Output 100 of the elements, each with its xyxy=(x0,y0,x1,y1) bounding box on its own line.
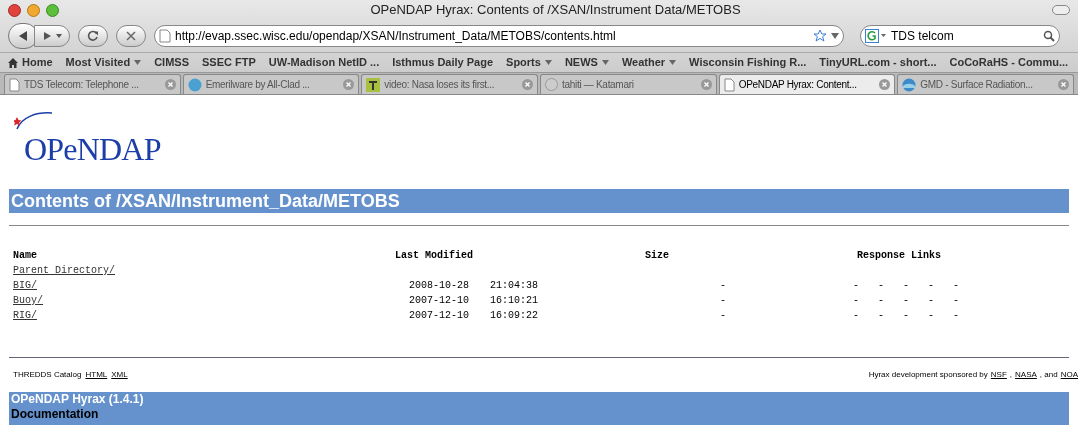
reload-button[interactable] xyxy=(78,25,108,47)
column-header: Name xyxy=(12,248,38,263)
tab-label: Emerilware by All-Clad ... xyxy=(205,78,311,92)
close-icon[interactable] xyxy=(522,79,533,90)
time-cell-text: 21:04:38 xyxy=(490,279,539,293)
toolbar-toggle-button[interactable] xyxy=(1052,5,1070,15)
close-icon[interactable] xyxy=(700,79,712,90)
response-link[interactable]: - xyxy=(903,278,910,293)
size-cell-text: - xyxy=(720,279,727,293)
directory-link[interactable]: RIG/ xyxy=(13,310,37,321)
reload-icon xyxy=(87,30,99,42)
tab-label: TDS Telecom: Telephone ... xyxy=(24,78,140,92)
time-cell-text: 16:10:21 xyxy=(490,294,539,308)
window-title: OPeNDAP Hyrax: Contents of /XSAN/Instrument Data/METOBS xyxy=(370,1,741,20)
column-header: Last Modified xyxy=(395,248,474,263)
caret-icon xyxy=(669,60,677,65)
forward-icon xyxy=(42,31,52,41)
address-field[interactable]: http://evap.ssec.wisc.edu/opendap/XSAN/Instrument_Data/METOBS/contents.html xyxy=(154,25,844,47)
caret-icon xyxy=(134,60,142,65)
page-icon xyxy=(9,77,20,92)
date-cell-text: 2007-12-10 xyxy=(409,309,470,323)
home-icon xyxy=(8,57,18,68)
tab[interactable]: OPeNDAP Hyrax: Content... xyxy=(718,74,896,94)
bookmark[interactable]: Weather xyxy=(621,54,677,71)
page-icon xyxy=(159,29,171,43)
bookmark[interactable]: Isthmus Daily Page xyxy=(392,54,494,71)
logo: OPeNDAP xyxy=(10,99,182,175)
letter-t-icon xyxy=(366,77,381,92)
caret-icon xyxy=(544,60,552,65)
tab[interactable]: GMD - Surface Radiation... xyxy=(897,74,1075,94)
documentation-link[interactable]: Documentation xyxy=(11,407,99,422)
forward-button[interactable] xyxy=(34,25,70,47)
bookmark[interactable]: CIMSS xyxy=(154,54,189,71)
swoosh-icon xyxy=(14,109,54,131)
search-icon[interactable] xyxy=(1043,30,1055,42)
column-header: Size xyxy=(645,248,670,263)
search-field[interactable]: TDS telcom xyxy=(860,25,1060,47)
response-link[interactable]: - xyxy=(903,308,910,323)
tab[interactable]: video: Nasa loses its first... xyxy=(361,74,538,94)
tab[interactable]: TDS Telecom: Telephone ... xyxy=(4,74,181,94)
stop-icon xyxy=(126,31,136,41)
tab[interactable]: tahiti — Katamari xyxy=(540,74,717,94)
tab[interactable]: Emerilware by All-Clad ... xyxy=(182,74,360,94)
disc-icon xyxy=(545,78,558,91)
response-link[interactable]: - xyxy=(878,308,885,323)
search-engine-icon[interactable] xyxy=(865,29,887,43)
page-heading: Contents of /XSAN/Instrument_Data/METOBS xyxy=(11,192,400,210)
time-cell-text: 16:09:22 xyxy=(490,309,539,323)
globe-icon xyxy=(902,77,917,92)
response-link[interactable]: - xyxy=(928,308,935,323)
response-link[interactable]: - xyxy=(853,278,859,293)
response-link[interactable]: - xyxy=(928,278,935,293)
bookmark[interactable]: NEWS xyxy=(564,54,609,71)
size-cell-text: - xyxy=(720,309,727,323)
column-header: Response Links xyxy=(857,248,941,263)
sponsor-link[interactable]: NASA xyxy=(1015,369,1037,381)
response-link[interactable]: - xyxy=(903,293,910,308)
directory-link[interactable]: Parent Directory/ xyxy=(13,265,116,276)
close-window-button[interactable] xyxy=(8,3,21,17)
response-link[interactable]: - xyxy=(928,293,935,308)
stop-button[interactable] xyxy=(116,25,146,47)
close-icon[interactable] xyxy=(1058,79,1070,90)
tab-label: video: Nasa loses its first... xyxy=(384,78,496,92)
caret-icon xyxy=(55,34,62,38)
response-link[interactable]: - xyxy=(878,293,885,308)
response-link[interactable]: - xyxy=(878,278,885,293)
size-cell-text: - xyxy=(720,294,727,308)
minimize-window-button[interactable] xyxy=(27,3,40,17)
response-link[interactable]: - xyxy=(853,293,859,308)
bookmark[interactable]: Home xyxy=(8,54,53,71)
back-icon xyxy=(17,30,29,42)
tab-label: OPeNDAP Hyrax: Content... xyxy=(738,78,858,92)
bookmark[interactable]: SSEC FTP xyxy=(202,54,256,71)
sponsor-text: Hyrax development sponsored by xyxy=(868,369,988,381)
zoom-window-button[interactable] xyxy=(46,3,59,17)
separator-text: , xyxy=(1009,369,1013,381)
star-icon[interactable] xyxy=(813,29,827,43)
response-link[interactable]: - xyxy=(953,293,960,308)
date-cell-text: 2008-10-28 xyxy=(409,279,470,293)
close-icon[interactable] xyxy=(164,79,176,90)
catalog-link[interactable]: XML xyxy=(111,369,128,381)
catalog-link[interactable]: HTML xyxy=(85,369,108,381)
bookmark[interactable]: Sports xyxy=(506,54,552,71)
sponsor-link[interactable]: NSF xyxy=(990,369,1007,381)
response-link[interactable]: - xyxy=(853,308,859,323)
sponsor-link[interactable]: NOA xyxy=(1060,369,1078,381)
directory-link[interactable]: BIG/ xyxy=(13,280,37,291)
bookmark[interactable]: Most Visited xyxy=(65,54,142,71)
close-icon[interactable] xyxy=(343,79,355,90)
close-icon[interactable] xyxy=(879,79,891,90)
bookmark[interactable]: TinyURL.com - short... xyxy=(819,54,937,71)
bookmark[interactable]: CoCoRaHS - Commu... xyxy=(949,54,1069,71)
response-link[interactable]: - xyxy=(953,278,960,293)
caret-icon xyxy=(601,60,609,65)
response-link[interactable]: - xyxy=(953,308,960,323)
catalog-label: THREDDS Catalog xyxy=(13,369,82,381)
caret-icon[interactable] xyxy=(831,33,839,39)
bookmark[interactable]: Wisconsin Fishing R... xyxy=(689,54,807,71)
directory-link[interactable]: Buoy/ xyxy=(13,295,43,306)
bookmark[interactable]: UW-Madison NetID ... xyxy=(268,54,380,71)
